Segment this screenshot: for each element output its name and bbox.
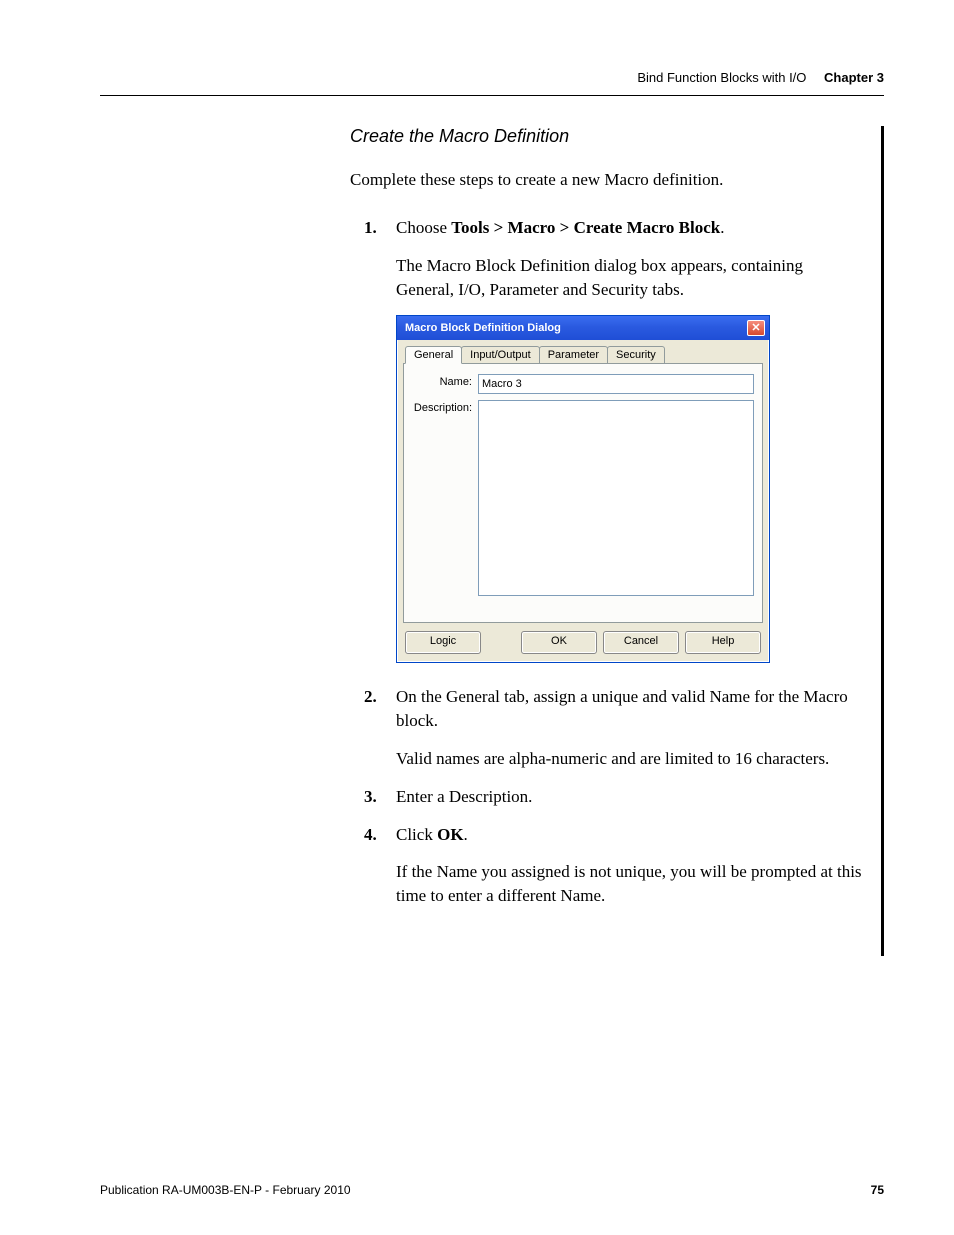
tab-panel-general: Name: Description:	[403, 364, 763, 623]
description-field[interactable]	[478, 400, 754, 596]
help-button[interactable]: Help	[685, 631, 761, 654]
dialog-title: Macro Block Definition Dialog	[405, 322, 561, 334]
step-1-follow: The Macro Block Definition dialog box ap…	[396, 254, 863, 302]
chapter-label: Chapter 3	[824, 70, 884, 85]
dialog-titlebar[interactable]: Macro Block Definition Dialog ✕	[397, 316, 769, 340]
publication-id: Publication RA-UM003B-EN-P - February 20…	[100, 1183, 351, 1197]
tab-strip: General Input/Output Parameter Security	[403, 346, 763, 364]
page-number: 75	[871, 1183, 884, 1197]
dialog-screenshot: Macro Block Definition Dialog ✕ General …	[396, 315, 863, 663]
header-rule	[100, 95, 884, 96]
page-footer: Publication RA-UM003B-EN-P - February 20…	[100, 1183, 884, 1197]
close-icon[interactable]: ✕	[747, 320, 765, 336]
step-number: 2.	[364, 685, 377, 709]
tab-general[interactable]: General	[405, 346, 462, 364]
name-field[interactable]	[478, 374, 754, 394]
name-label: Name:	[412, 374, 478, 394]
section-heading: Create the Macro Definition	[350, 126, 863, 147]
macro-block-definition-dialog: Macro Block Definition Dialog ✕ General …	[396, 315, 770, 663]
step-4-follow: If the Name you assigned is not unique, …	[396, 860, 863, 908]
cancel-button[interactable]: Cancel	[603, 631, 679, 654]
ok-button[interactable]: OK	[521, 631, 597, 654]
description-label: Description:	[412, 400, 478, 596]
step-1: 1. Choose Tools > Macro > Create Macro B…	[350, 216, 863, 301]
page-header: Bind Function Blocks with I/O Chapter 3	[100, 70, 884, 85]
intro-text: Complete these steps to create a new Mac…	[350, 169, 863, 192]
step-2: 2. On the General tab, assign a unique a…	[350, 685, 863, 770]
step-3: 3. Enter a Description.	[350, 785, 863, 809]
step-2-follow: Valid names are alpha-numeric and are li…	[396, 747, 863, 771]
step-number: 3.	[364, 785, 377, 809]
tab-security[interactable]: Security	[607, 346, 665, 363]
section-title: Bind Function Blocks with I/O	[637, 70, 806, 85]
tab-parameter[interactable]: Parameter	[539, 346, 608, 363]
tab-input-output[interactable]: Input/Output	[461, 346, 540, 363]
step-4: 4. Click OK. If the Name you assigned is…	[350, 823, 863, 908]
step-number: 1.	[364, 216, 377, 240]
step-number: 4.	[364, 823, 377, 847]
logic-button[interactable]: Logic	[405, 631, 481, 654]
